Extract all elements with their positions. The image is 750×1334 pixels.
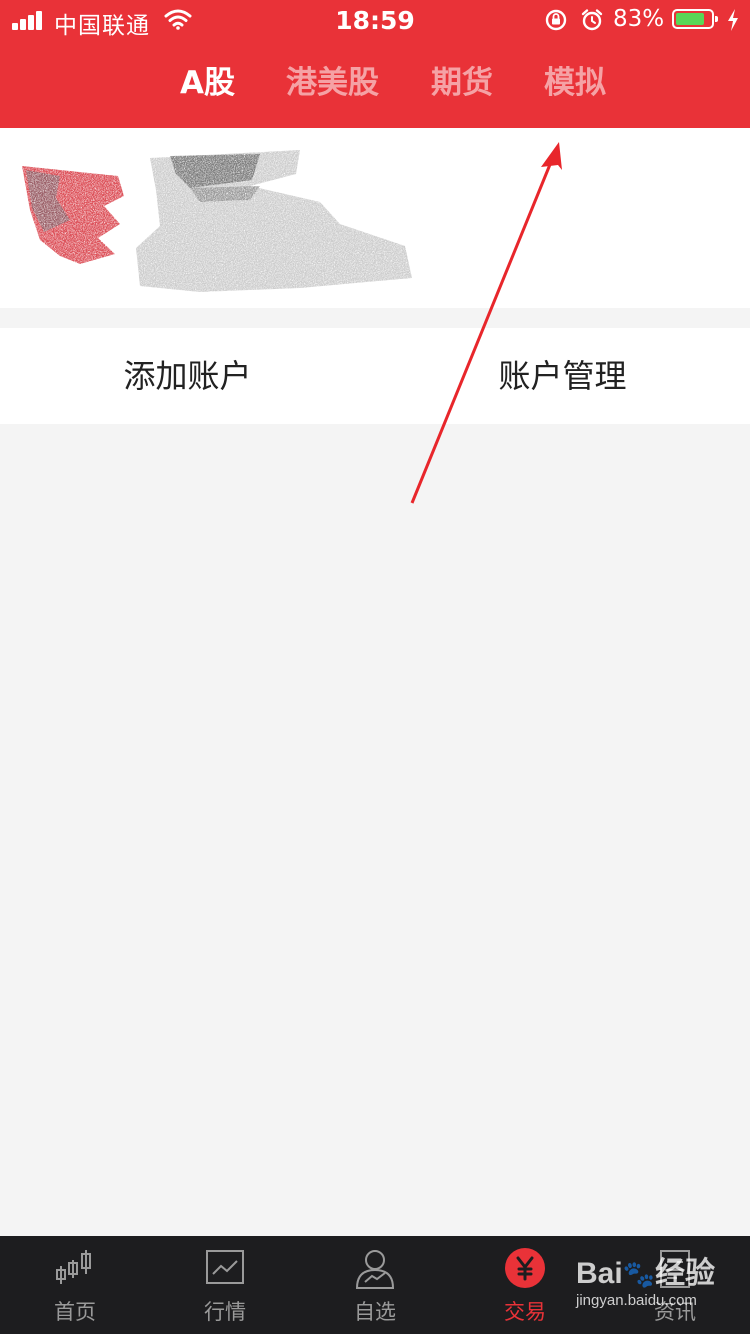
yen-icon — [505, 1248, 545, 1288]
watermark-url: jingyan.baidu.com — [576, 1292, 697, 1309]
battery-icon — [672, 9, 718, 29]
charging-bolt-icon — [728, 9, 738, 31]
tabbar-label-watchlist: 自选 — [354, 1300, 396, 1324]
account-actions: 添加账户 账户管理 — [0, 328, 750, 424]
baidu-jingyan-watermark: Bai🐾经验 jingyan.baidu.com — [574, 1248, 734, 1318]
baidu-logo: Bai🐾经验 — [576, 1257, 716, 1290]
add-account-button[interactable]: 添加账户 — [0, 328, 375, 424]
tabbar-label-home: 首页 — [54, 1300, 96, 1324]
tab-hk-us-stocks[interactable]: 港美股 — [286, 58, 379, 108]
account-card[interactable] — [0, 128, 750, 308]
redacted-account-scribble — [22, 150, 412, 292]
tabbar-item-watchlist[interactable]: 自选 — [300, 1236, 450, 1334]
header-bar: 中国联通 18:59 83% A股 港美股 期货 模拟 — [0, 0, 750, 128]
tab-futures[interactable]: 期货 — [431, 58, 493, 108]
candlestick-icon — [56, 1250, 91, 1284]
line-chart-icon — [206, 1250, 244, 1284]
tab-simulation[interactable]: 模拟 — [544, 58, 606, 108]
tabbar-item-market[interactable]: 行情 — [150, 1236, 300, 1334]
market-tabs: A股 港美股 期货 模拟 — [0, 58, 750, 108]
rotation-lock-icon — [545, 9, 567, 31]
alarm-icon — [581, 9, 603, 31]
tabbar-label-market: 行情 — [204, 1300, 246, 1324]
tab-a-shares[interactable]: A股 — [180, 58, 235, 108]
status-bar: 中国联通 18:59 83% — [0, 0, 750, 40]
account-management-button[interactable]: 账户管理 — [375, 328, 750, 424]
battery-percent: 83% — [613, 6, 665, 32]
tabbar-item-home[interactable]: 首页 — [0, 1236, 150, 1334]
person-chart-icon — [355, 1250, 395, 1289]
